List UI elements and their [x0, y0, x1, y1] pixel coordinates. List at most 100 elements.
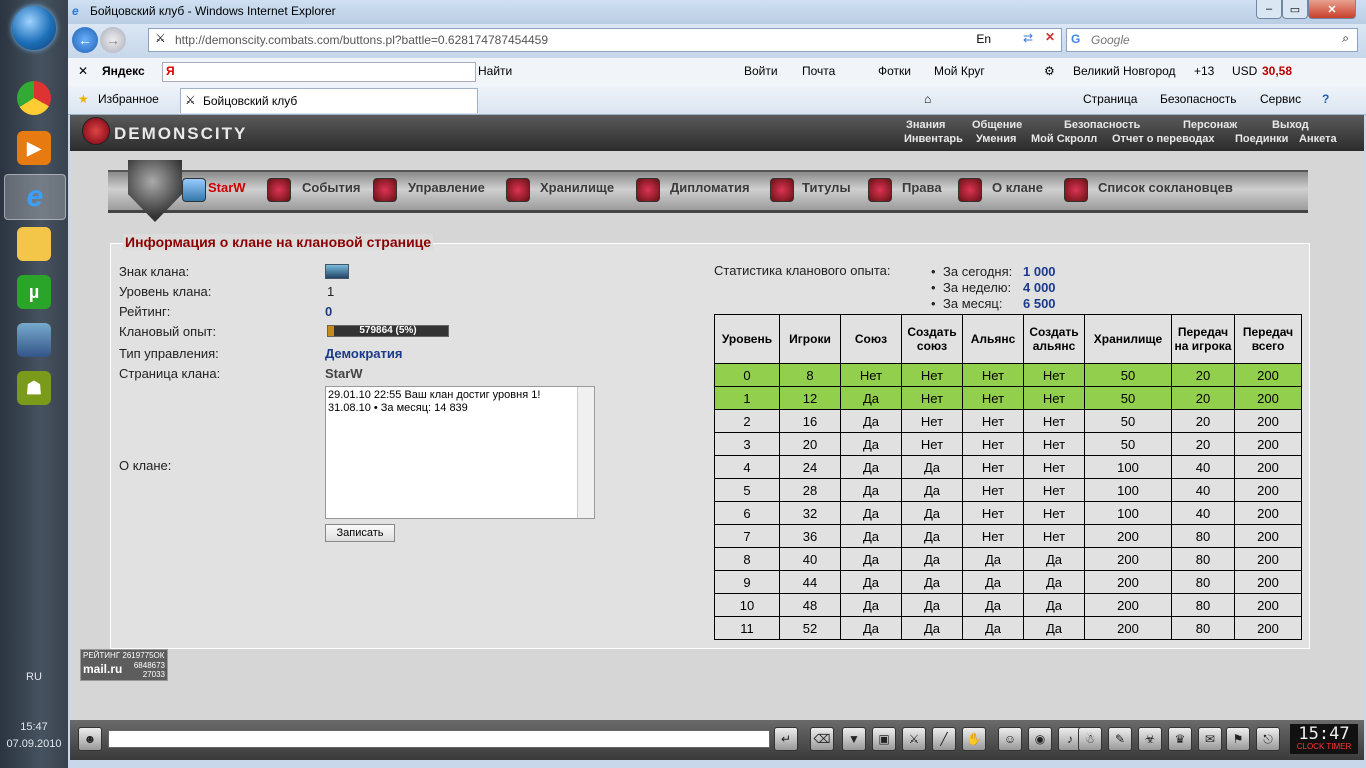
label-gov: Тип управления: — [119, 346, 219, 361]
currency-label[interactable]: USD — [1232, 64, 1257, 78]
refresh-icon[interactable]: ⇄ — [1023, 31, 1033, 45]
table-cell: Нет — [962, 524, 1024, 548]
taskbar-explorer-button[interactable] — [4, 222, 64, 266]
search-box[interactable]: G Google ⌕ — [1066, 28, 1358, 52]
toplink-character[interactable]: Персонаж — [1183, 119, 1237, 131]
picture-icon — [17, 323, 51, 357]
taskbar-app-button[interactable]: ☗ — [4, 366, 64, 410]
search-icon[interactable]: ⌕ — [1342, 31, 1349, 46]
taskbar-chrome-button[interactable] — [4, 76, 64, 120]
filter-icon[interactable]: ▼ — [842, 727, 866, 751]
mailru-counter[interactable]: РЕЙТИНГ 2619775ОК mail.ru 6848673 27033 — [80, 649, 168, 681]
person-icon[interactable]: ☃ — [1078, 727, 1102, 751]
toplink-inventory[interactable]: Инвентарь — [904, 133, 963, 145]
game-clock[interactable]: 15:47 CLOCK TIMER — [1290, 724, 1358, 754]
minimize-button[interactable]: – — [1256, 0, 1282, 19]
table-cell: Да — [962, 616, 1024, 640]
value-gov[interactable]: Демократия — [325, 346, 403, 361]
table-cell: Да — [962, 570, 1024, 594]
toplink-security[interactable]: Безопасность — [1064, 119, 1140, 131]
toplink-profile[interactable]: Анкета — [1299, 133, 1337, 145]
menu-page[interactable]: Страница — [1083, 92, 1137, 106]
toplink-battles[interactable]: Поединки — [1235, 133, 1288, 145]
stop-icon[interactable]: ✕ — [1045, 30, 1055, 44]
scroll-icon[interactable]: ✎ — [1108, 727, 1132, 751]
language-badge[interactable]: En — [976, 32, 991, 46]
menu-safety[interactable]: Безопасность — [1160, 92, 1237, 106]
nav-management[interactable]: Управление — [408, 180, 485, 195]
close-button[interactable]: ✕ — [1308, 0, 1356, 19]
home-icon[interactable]: ⌂ — [924, 92, 931, 106]
mail-link[interactable]: Почта — [802, 64, 835, 78]
favorites-button[interactable]: Избранное — [98, 92, 159, 106]
toplink-transfers[interactable]: Отчет о переводах — [1112, 133, 1215, 145]
chat-input[interactable] — [108, 730, 770, 748]
help-icon[interactable]: ? — [1322, 92, 1329, 106]
weather-city[interactable]: Великий Новгород — [1073, 64, 1176, 78]
hand-icon[interactable]: ✋ — [962, 727, 986, 751]
chat-avatar-icon[interactable]: ☻ — [78, 727, 102, 751]
table-row: 11 52 Да Да Да Да 200 80 200 — [714, 616, 1302, 640]
toplink-skills[interactable]: Умения — [976, 133, 1016, 145]
yandex-find-button[interactable]: Найти — [478, 64, 512, 78]
nav-events[interactable]: События — [302, 180, 360, 195]
trophy-icon[interactable]: ♛ — [1168, 727, 1192, 751]
login-link[interactable]: Войти — [744, 64, 778, 78]
exit-icon[interactable]: ⎋ — [1256, 727, 1280, 751]
table-cell: 7 — [714, 524, 780, 548]
address-bar[interactable]: ⚔ http://demonscity.combats.com/buttons.… — [148, 28, 1062, 52]
yandex-brand[interactable]: Яндекс — [102, 64, 145, 78]
about-textarea[interactable]: 29.01.10 22:55 Ваш клан достиг уровня 1!… — [325, 386, 595, 519]
table-cell: 40 — [1171, 478, 1235, 502]
send-icon[interactable]: ↵ — [774, 727, 798, 751]
favorites-star-icon[interactable]: ★ — [78, 92, 89, 106]
smile-icon[interactable]: ☺ — [998, 727, 1022, 751]
counter-rating: РЕЙТИНГ 2619775ОК — [83, 651, 165, 660]
save-log-icon[interactable]: ▣ — [872, 727, 896, 751]
close-toolbar-icon[interactable]: ✕ — [78, 64, 88, 78]
table-cell: Да — [840, 409, 902, 433]
save-button[interactable]: Записать — [325, 524, 395, 542]
taskbar-picture-button[interactable] — [4, 318, 64, 362]
browser-tab[interactable]: ⚔ Бойцовский клуб — [180, 88, 478, 113]
table-cell: 200 — [1234, 524, 1302, 548]
photos-link[interactable]: Фотки — [878, 64, 911, 78]
gear-icon[interactable]: ⚙ — [1044, 64, 1055, 78]
textarea-scrollbar[interactable] — [577, 387, 594, 518]
nav-rights[interactable]: Права — [902, 180, 942, 195]
biohazard-icon[interactable]: ☣ — [1138, 727, 1162, 751]
toplink-exit[interactable]: Выход — [1272, 119, 1309, 131]
table-cell: 100 — [1084, 478, 1172, 502]
forward-button[interactable]: → — [100, 27, 126, 53]
language-indicator[interactable]: RU — [0, 671, 68, 683]
taskbar-utorrent-button[interactable]: µ — [4, 270, 64, 314]
taskbar-media-button[interactable]: ▶ — [4, 126, 64, 170]
clear-icon[interactable]: ⌫ — [810, 727, 834, 751]
back-button[interactable]: ← — [72, 27, 98, 53]
toplink-social[interactable]: Общение — [972, 119, 1022, 131]
table-cell: Да — [901, 616, 963, 640]
table-cell: Да — [840, 501, 902, 525]
nav-titles[interactable]: Титулы — [802, 180, 851, 195]
fight-icon[interactable]: ⚔ — [902, 727, 926, 751]
maximize-button[interactable]: ▭ — [1282, 0, 1308, 19]
moikrug-link[interactable]: Мой Круг — [934, 64, 985, 78]
taskbar-ie-button[interactable]: e — [4, 174, 66, 220]
nav-starw[interactable]: StarW — [208, 180, 246, 195]
nav-members[interactable]: Список соклановцев — [1098, 180, 1233, 195]
nav-diplomacy[interactable]: Дипломатия — [670, 180, 750, 195]
toplink-scroll[interactable]: Мой Скролл — [1031, 133, 1097, 145]
table-cell: 80 — [1171, 616, 1235, 640]
clan-level-table: Уровень Игроки Союз Создать союз Альянс … — [714, 314, 1302, 640]
gift-icon[interactable]: ✉ — [1198, 727, 1222, 751]
menu-tools[interactable]: Сервис — [1260, 92, 1301, 106]
helmet-icon[interactable]: ◉ — [1028, 727, 1052, 751]
table-cell: 50 — [1084, 432, 1172, 456]
slash-icon[interactable]: ╱ — [932, 727, 956, 751]
start-button[interactable] — [12, 6, 56, 50]
toplink-knowledge[interactable]: Знания — [906, 119, 945, 131]
nav-about-clan[interactable]: О клане — [992, 180, 1043, 195]
nav-storage[interactable]: Хранилище — [540, 180, 614, 195]
yandex-search-input[interactable]: Я — [162, 62, 476, 82]
flag-icon[interactable]: ⚑ — [1226, 727, 1250, 751]
